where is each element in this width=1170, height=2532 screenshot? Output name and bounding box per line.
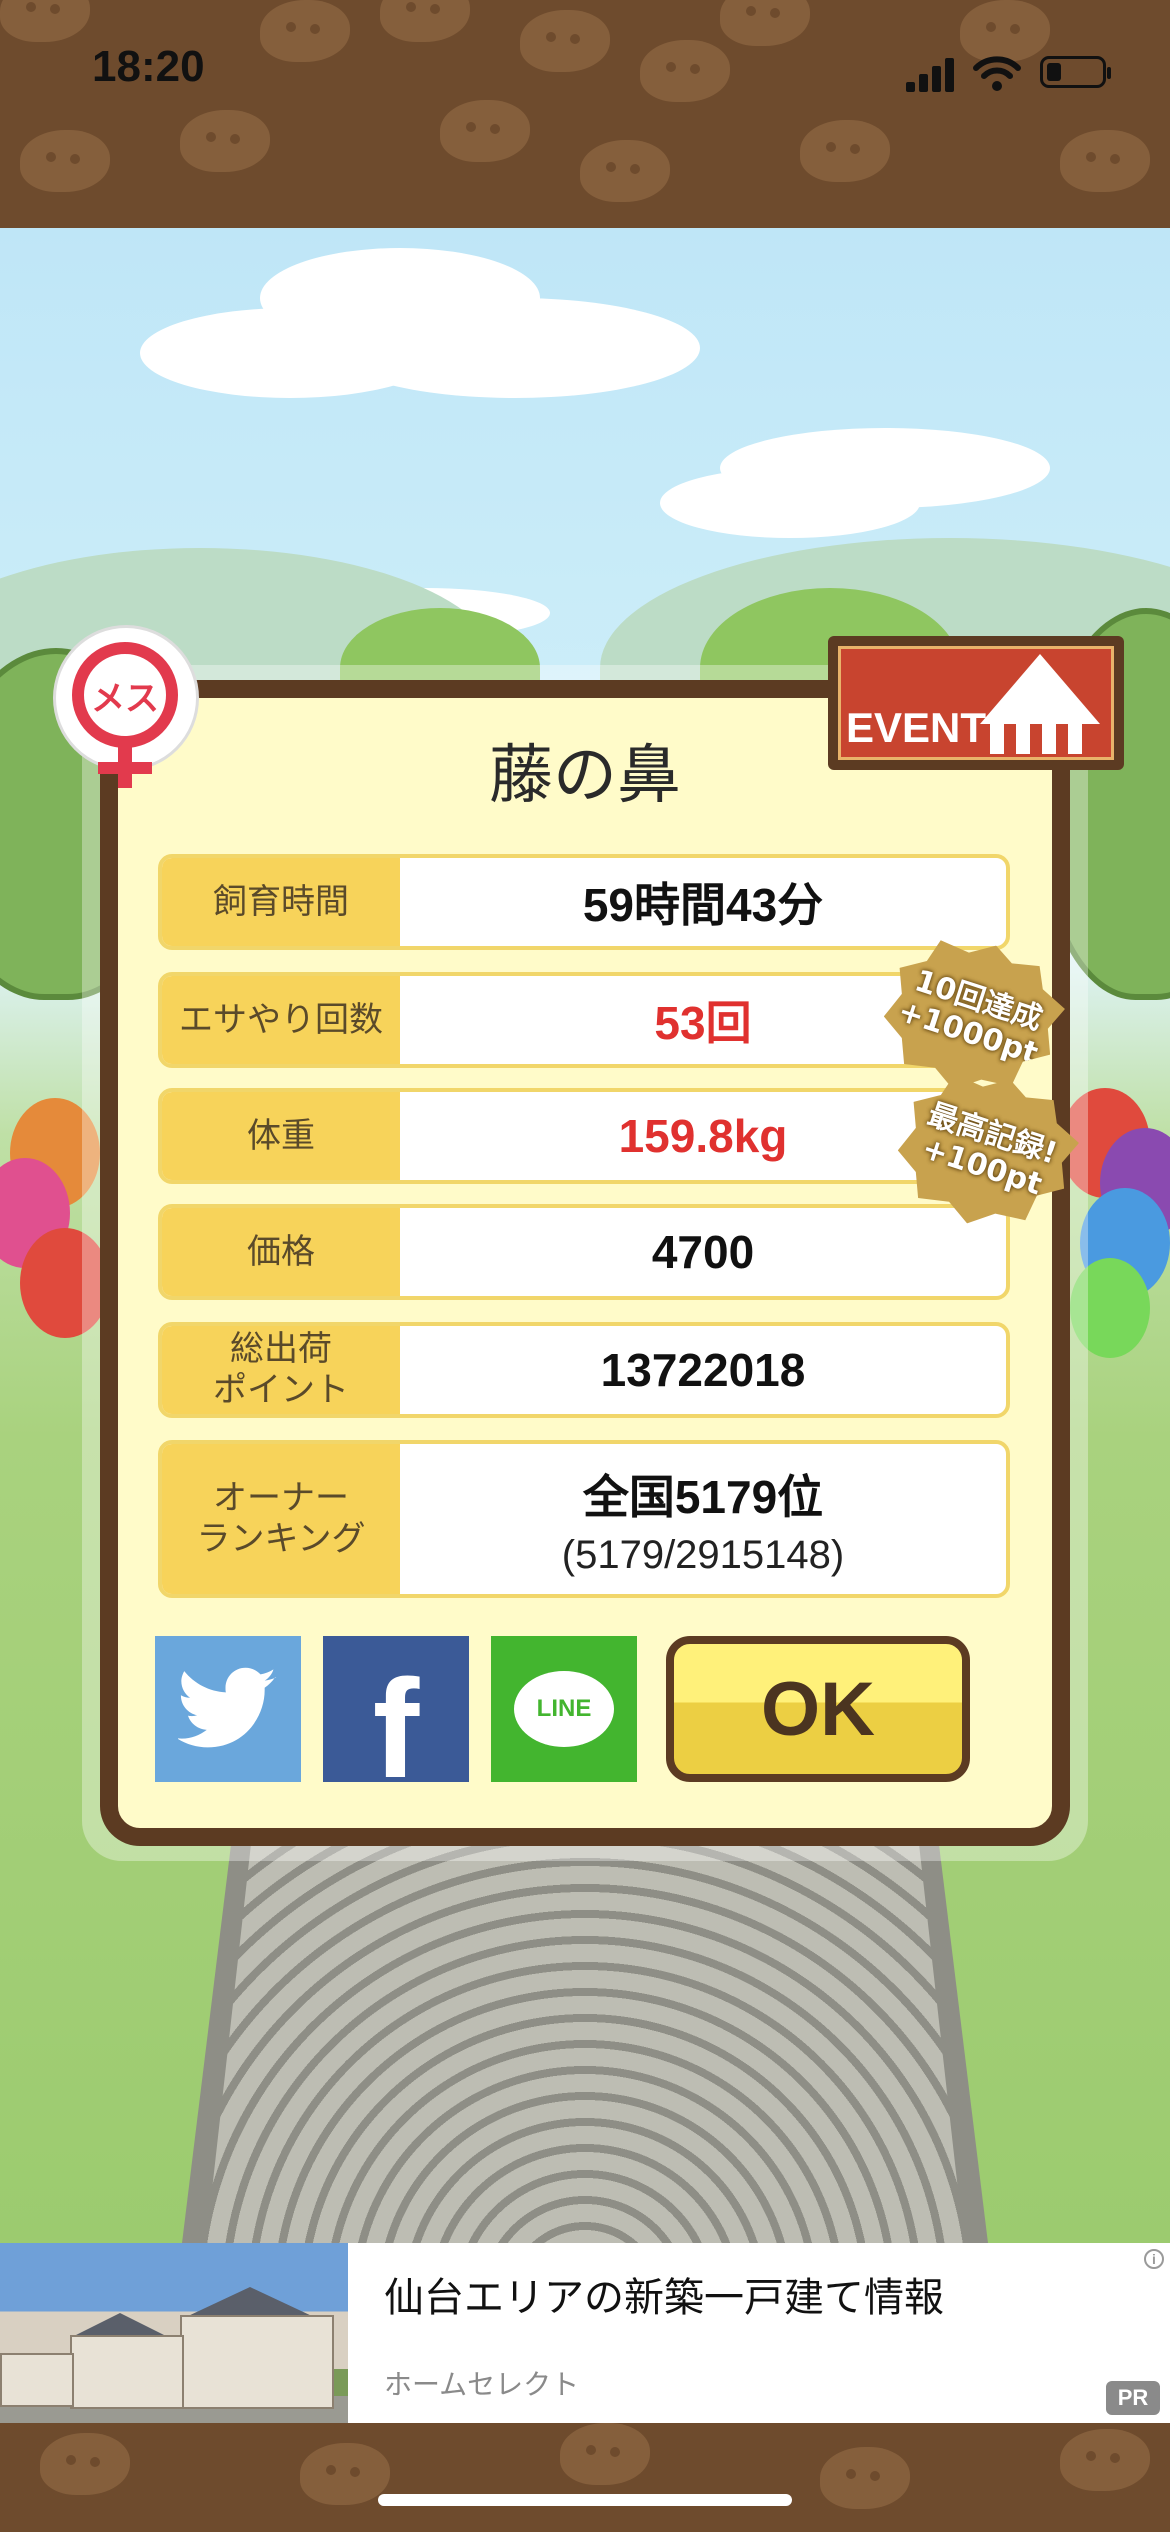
facebook-icon: f bbox=[372, 1650, 420, 1807]
bean-pattern bbox=[520, 10, 610, 72]
stat-label: 飼育時間 bbox=[162, 858, 400, 946]
ranking-detail: (5179/2915148) bbox=[561, 1532, 845, 1577]
facebook-share-button[interactable]: f bbox=[323, 1636, 469, 1807]
ad-image bbox=[0, 2243, 348, 2423]
stat-label: 総出荷 ポイント bbox=[162, 1326, 400, 1414]
wifi-icon bbox=[973, 56, 1021, 91]
circus-tent-icon bbox=[980, 654, 1100, 724]
stat-row-weight: 体重 159.8kg bbox=[158, 1088, 1010, 1184]
stat-label-line2: ランキング bbox=[196, 1519, 366, 1559]
gender-label: メス bbox=[91, 678, 159, 719]
status-time: 18:20 bbox=[92, 42, 205, 91]
ad-info-icon[interactable]: i bbox=[1144, 2249, 1164, 2269]
bean-pattern bbox=[640, 40, 730, 102]
bean-pattern bbox=[1060, 2429, 1150, 2491]
ad-title[interactable]: 仙台エリアの新築一戸建て情報 bbox=[384, 2265, 944, 2323]
line-share-button[interactable]: LINE bbox=[491, 1636, 637, 1782]
bean-pattern bbox=[800, 120, 890, 182]
female-icon: メス bbox=[72, 642, 178, 748]
stat-label: オーナー ランキング bbox=[162, 1444, 400, 1594]
bean-pattern bbox=[440, 100, 530, 162]
stat-label: エサやり回数 bbox=[162, 976, 400, 1064]
twitter-bird-icon bbox=[178, 1667, 277, 1748]
event-banner: EVENT bbox=[828, 636, 1124, 770]
bottom-bean-bar bbox=[0, 2423, 1170, 2532]
cloud bbox=[330, 298, 700, 398]
battery-icon bbox=[1040, 56, 1111, 88]
bean-pattern bbox=[580, 140, 670, 202]
signal-icon bbox=[906, 56, 956, 92]
bean-pattern bbox=[180, 110, 270, 172]
stat-value: 13722018 bbox=[600, 1344, 806, 1396]
bean-pattern bbox=[0, 0, 90, 42]
bean-pattern bbox=[40, 2433, 130, 2495]
status-bar bbox=[0, 0, 1170, 228]
event-label: EVENT bbox=[846, 704, 987, 751]
stat-value: 59時間43分 bbox=[582, 879, 824, 931]
circus-tent-base bbox=[990, 724, 1090, 754]
stat-row-price: 価格 4700 bbox=[158, 1204, 1010, 1300]
ad-sponsor: ホームセレクト bbox=[384, 2368, 580, 2401]
bean-pattern bbox=[960, 0, 1050, 62]
bean-pattern bbox=[560, 2423, 650, 2485]
bean-pattern bbox=[20, 130, 110, 192]
bean-pattern bbox=[1060, 130, 1150, 192]
home-indicator[interactable] bbox=[378, 2494, 792, 2506]
stat-value: 全国5179位 (5179/2915148) bbox=[400, 1444, 1006, 1594]
stat-value: 4700 bbox=[651, 1226, 755, 1278]
stat-row-owner-ranking: オーナー ランキング 全国5179位 (5179/2915148) bbox=[158, 1440, 1010, 1598]
ranking-value: 全国5179位 bbox=[582, 1470, 824, 1523]
bean-pattern bbox=[260, 0, 350, 62]
cloud bbox=[720, 428, 1050, 508]
stat-row-shipment-points: 総出荷 ポイント 13722018 bbox=[158, 1322, 1010, 1418]
stat-label: 価格 bbox=[162, 1208, 400, 1296]
stat-row-rearing-time: 飼育時間 59時間43分 bbox=[158, 854, 1010, 950]
bean-pattern bbox=[820, 2447, 910, 2509]
female-gender-badge: メス bbox=[56, 628, 196, 788]
bean-pattern bbox=[300, 2443, 390, 2505]
twitter-share-button[interactable] bbox=[155, 1636, 301, 1782]
line-icon: LINE bbox=[514, 1671, 614, 1747]
bean-pattern bbox=[380, 0, 470, 42]
stat-label-line2: ポイント bbox=[213, 1370, 349, 1410]
ok-button[interactable]: OK bbox=[666, 1636, 970, 1782]
line-label: LINE bbox=[536, 1695, 592, 1722]
bean-pattern bbox=[720, 0, 810, 46]
ad-banner[interactable]: 仙台エリアの新築一戸建て情報 ホームセレクト PR i bbox=[0, 2243, 1170, 2423]
stat-row-feed-count: エサやり回数 53回 bbox=[158, 972, 1010, 1068]
stat-label-line1: オーナー bbox=[212, 1478, 349, 1519]
ad-pr-badge: PR bbox=[1106, 2381, 1160, 2415]
stat-label-line1: 総出荷 bbox=[230, 1329, 332, 1370]
stat-label: 体重 bbox=[162, 1092, 400, 1180]
